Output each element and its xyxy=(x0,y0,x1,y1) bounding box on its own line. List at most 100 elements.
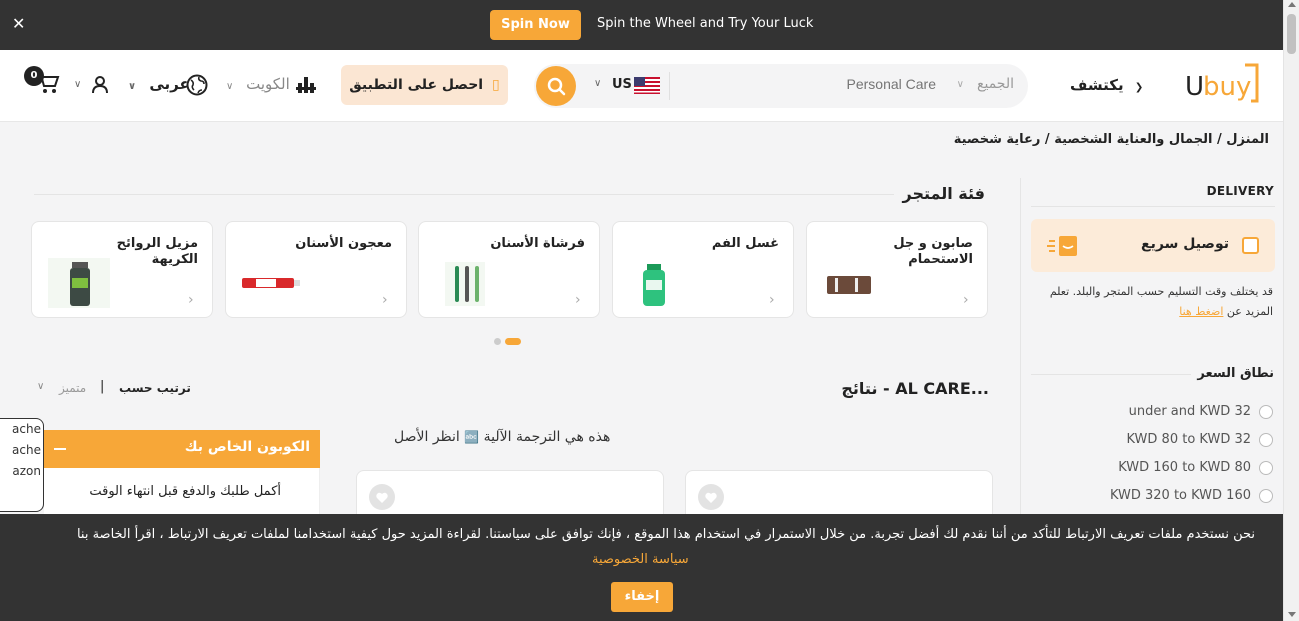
carousel-dot-active[interactable] xyxy=(505,338,521,345)
category-card-toothpaste[interactable]: معجون الأسنان › xyxy=(225,221,407,318)
cart-button[interactable]: 0 xyxy=(24,66,60,96)
category-card-mouthwash[interactable]: غسل الفم › xyxy=(612,221,794,318)
chevron-down-icon[interactable]: ∨ xyxy=(594,78,601,89)
chevron-down-icon[interactable]: ∨ xyxy=(37,381,44,392)
price-option[interactable]: KWD 160 to KWD 80 xyxy=(1118,460,1273,475)
coupon-header[interactable]: الكوبون الخاص بك xyxy=(44,430,320,468)
chevron-down-icon[interactable]: ∨ xyxy=(957,79,964,90)
promo-bar: ✕ Spin Now Spin the Wheel and Try Your L… xyxy=(0,0,1283,50)
chevron-down-icon[interactable]: ∨ xyxy=(74,79,81,90)
us-flag-icon[interactable] xyxy=(634,77,660,94)
fast-delivery-option[interactable]: توصيل سريع xyxy=(1031,219,1275,272)
close-icon[interactable]: ✕ xyxy=(12,14,30,34)
radio-button[interactable] xyxy=(1259,488,1273,503)
toothpaste-product-image xyxy=(242,278,300,288)
site-header: U buy يكتشف ❯ ∨ US ∨ الجميع احصل على xyxy=(0,50,1283,122)
price-option[interactable]: under and KWD 32 xyxy=(1129,404,1273,419)
results-title: نتائج - AL CARE... xyxy=(841,379,989,398)
price-range-title: نطاق السعر xyxy=(1197,366,1274,381)
search-button[interactable] xyxy=(536,66,576,106)
carousel-pagination xyxy=(494,334,521,349)
price-option[interactable]: KWD 320 to KWD 160 xyxy=(1110,488,1273,503)
scroll-up-icon[interactable] xyxy=(1288,2,1296,7)
cookie-message: نحن نستخدم ملفات تعريف الارتباط للتأكد م… xyxy=(76,527,1255,542)
minimize-icon[interactable] xyxy=(54,448,66,450)
chevron-right-icon: › xyxy=(963,292,969,308)
price-option-label: KWD 80 to KWD 32 xyxy=(1126,432,1251,447)
ubuy-logo[interactable]: U buy xyxy=(1183,63,1259,109)
phone-icon: ▯ xyxy=(491,77,500,93)
chevron-down-icon: ∨ xyxy=(128,81,137,92)
radio-button[interactable] xyxy=(1259,432,1273,447)
store-category-title: فئة المتجر xyxy=(902,184,985,203)
wishlist-heart-icon[interactable] xyxy=(698,484,724,510)
category-name: غسل الفم xyxy=(711,236,779,251)
cookie-banner: نحن نستخدم ملفات تعريف الارتباط للتأكد م… xyxy=(0,514,1283,621)
search-divider xyxy=(669,72,670,100)
svg-text:buy: buy xyxy=(1203,72,1251,102)
delivery-note-text: قد يختلف وقت التسليم حسب المتجر والبلد. … xyxy=(1049,285,1273,318)
language-label: عربى xyxy=(149,75,190,93)
explore-menu[interactable]: يكتشف ❯ xyxy=(1070,76,1143,94)
store-code[interactable]: US xyxy=(612,77,632,92)
coupon-text: أكمل طلبك والدفع قبل انتهاء الوقت xyxy=(89,484,281,499)
country-label: الكويت xyxy=(246,75,290,93)
hide-cookie-button[interactable]: إخفاء xyxy=(611,582,673,612)
page-scrollbar[interactable] xyxy=(1283,0,1299,621)
divider xyxy=(1031,206,1275,207)
chevron-right-icon: › xyxy=(575,292,581,308)
spin-now-button[interactable]: Spin Now xyxy=(490,10,581,40)
side-panel-card[interactable]: ache ache azon xyxy=(0,418,44,512)
search-bar: ∨ US ∨ الجميع xyxy=(534,64,1028,108)
category-card-deodorant[interactable]: مزيل الروائح الكريهة › xyxy=(31,221,213,318)
sort-separator: | xyxy=(100,379,105,394)
divider xyxy=(1031,374,1191,375)
chevron-right-icon: › xyxy=(769,292,775,308)
category-card-soap[interactable]: صابون و جل الاستحمام › xyxy=(806,221,988,318)
chevron-right-icon: › xyxy=(188,292,194,308)
side-panel-line: ache xyxy=(12,422,41,436)
toothbrush-product-image xyxy=(445,262,485,306)
explore-label: يكتشف xyxy=(1070,76,1124,94)
get-app-button[interactable]: احصل على التطبيق ▯ xyxy=(341,65,508,105)
view-original-link[interactable]: انظر الأصل xyxy=(394,429,460,445)
divider xyxy=(34,194,894,195)
sort-label: ترتيب حسب xyxy=(119,381,191,395)
mouthwash-product-image xyxy=(643,264,665,306)
chevron-right-icon: › xyxy=(382,292,388,308)
search-input[interactable] xyxy=(726,76,936,92)
price-option-label: under and KWD 32 xyxy=(1128,404,1251,419)
get-app-label: احصل على التطبيق xyxy=(349,77,484,93)
user-icon[interactable] xyxy=(92,76,108,94)
translate-icon: 🔤 xyxy=(464,430,480,444)
category-card-toothbrush[interactable]: فرشاة الأسنان › xyxy=(418,221,600,318)
radio-button[interactable] xyxy=(1259,460,1273,475)
country-select[interactable]: ∨ الكويت xyxy=(226,75,290,93)
category-name: فرشاة الأسنان xyxy=(490,236,585,251)
fast-delivery-box-icon xyxy=(1047,236,1077,256)
chevron-down-icon: ❯ xyxy=(1134,82,1144,93)
wishlist-heart-icon[interactable] xyxy=(369,484,395,510)
language-select[interactable]: ∨ عربى xyxy=(128,75,190,93)
heart-icon xyxy=(376,492,388,503)
soap-product-image xyxy=(827,276,871,294)
scroll-down-icon[interactable] xyxy=(1288,612,1296,617)
delivery-title: DELIVERY xyxy=(1206,184,1274,198)
cart-count-badge: 0 xyxy=(24,66,44,86)
breadcrumb[interactable]: المنزل / الجمال والعناية الشخصية / رعاية… xyxy=(954,132,1269,147)
kuwait-towers-icon[interactable] xyxy=(296,75,316,93)
deodorant-product-image xyxy=(48,258,110,308)
delivery-learn-more-link[interactable]: اضغط هنا xyxy=(1179,305,1223,318)
radio-button[interactable] xyxy=(1259,404,1273,419)
search-category-select[interactable]: الجميع xyxy=(977,76,1014,92)
promo-text: Spin the Wheel and Try Your Luck xyxy=(597,16,814,31)
price-option[interactable]: KWD 80 to KWD 32 xyxy=(1126,432,1273,447)
carousel-dot[interactable] xyxy=(494,338,501,345)
category-name: معجون الأسنان xyxy=(295,236,392,251)
scrollbar-thumb[interactable] xyxy=(1287,14,1296,54)
sort-select[interactable]: متميز xyxy=(59,381,86,395)
delivery-note: قد يختلف وقت التسليم حسب المتجر والبلد. … xyxy=(1029,282,1273,322)
price-option-label: KWD 320 to KWD 160 xyxy=(1109,488,1251,503)
privacy-policy-link[interactable]: سياسة الخصوصية xyxy=(592,552,689,567)
fast-delivery-checkbox[interactable] xyxy=(1242,237,1259,254)
